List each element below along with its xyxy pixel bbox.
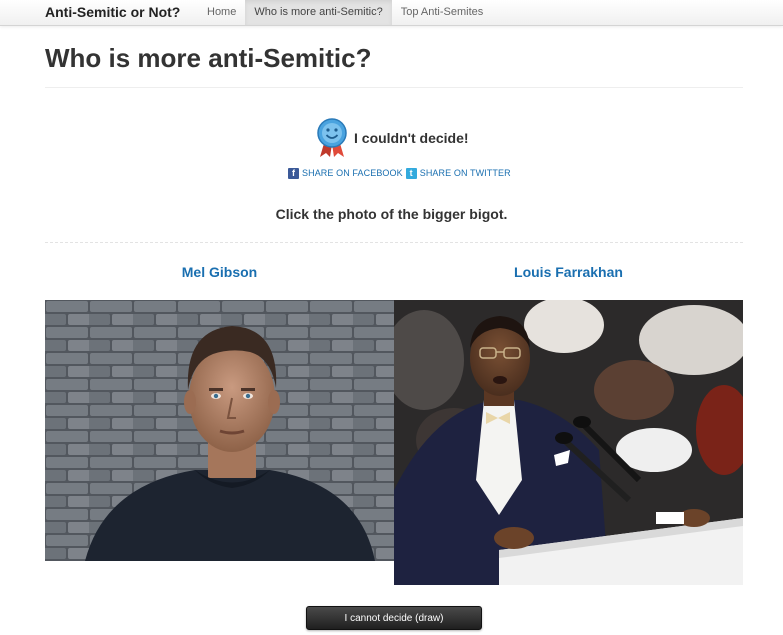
draw-button[interactable]: I cannot decide (draw) <box>306 606 482 630</box>
candidate-name-right[interactable]: Louis Farrakhan <box>394 264 743 280</box>
share-twitter-label: SHARE ON TWITTER <box>419 168 511 178</box>
page-title: Who is more anti-Semitic? <box>45 43 372 73</box>
share-facebook-link[interactable]: f SHARE ON FACEBOOK <box>288 167 403 179</box>
nav-item-home[interactable]: Home <box>198 0 245 25</box>
candidate-photo-right[interactable] <box>394 300 743 585</box>
share-links: f SHARE ON FACEBOOK t SHARE ON TWITTER <box>288 166 514 180</box>
candidate-photo-left[interactable] <box>45 300 394 561</box>
share-twitter-link[interactable]: t SHARE ON TWITTER <box>405 167 511 179</box>
result-text: I couldn't decide! <box>354 130 469 146</box>
facebook-icon: f <box>288 167 299 179</box>
twitter-icon: t <box>405 167 417 179</box>
nav-item-top-anti-semites[interactable]: Top Anti-Semites <box>392 0 493 25</box>
candidate-name-left[interactable]: Mel Gibson <box>45 264 394 280</box>
award-ribbon-icon <box>317 118 347 157</box>
instruction-text: Click the photo of the bigger bigot. <box>275 206 508 222</box>
dashed-divider <box>45 242 743 243</box>
nav-item-who-is-more[interactable]: Who is more anti-Semitic? <box>245 0 392 25</box>
brand-link[interactable]: Anti-Semitic or Not? <box>45 4 180 20</box>
nav-menu: Home Who is more anti-Semitic? Top Anti-… <box>198 0 492 25</box>
share-facebook-label: SHARE ON FACEBOOK <box>302 168 403 178</box>
result-message: I couldn't decide! <box>0 118 783 158</box>
top-navbar: Anti-Semitic or Not? Home Who is more an… <box>0 0 783 26</box>
title-divider <box>45 87 743 88</box>
